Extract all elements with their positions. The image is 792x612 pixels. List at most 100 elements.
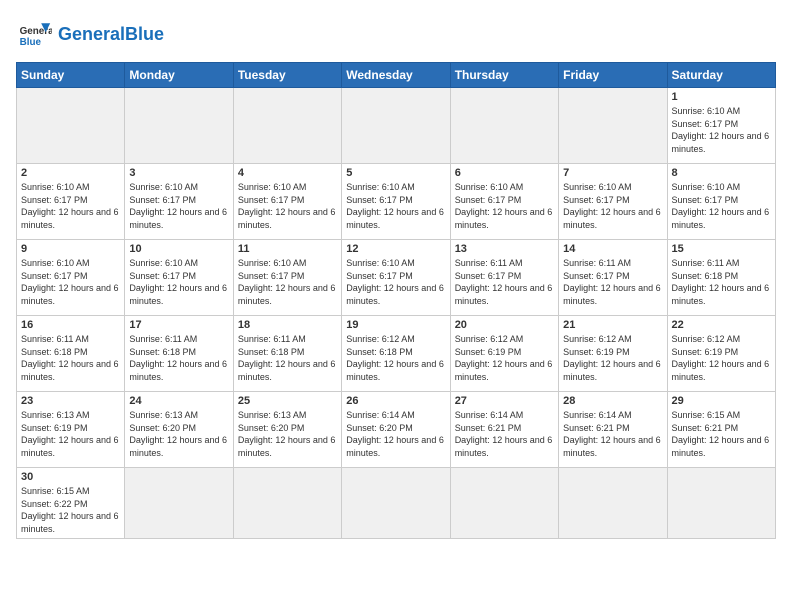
calendar-cell	[233, 468, 341, 539]
day-number: 12	[346, 243, 445, 255]
day-info: Sunrise: 6:12 AM Sunset: 6:19 PM Dayligh…	[563, 333, 662, 383]
day-number: 5	[346, 167, 445, 179]
calendar-cell	[125, 468, 233, 539]
calendar-cell: 3Sunrise: 6:10 AM Sunset: 6:17 PM Daylig…	[125, 164, 233, 240]
day-number: 20	[455, 319, 554, 331]
day-info: Sunrise: 6:13 AM Sunset: 6:20 PM Dayligh…	[129, 409, 228, 459]
day-info: Sunrise: 6:13 AM Sunset: 6:20 PM Dayligh…	[238, 409, 337, 459]
calendar-header-sunday: Sunday	[17, 63, 125, 88]
calendar-cell	[450, 468, 558, 539]
calendar-cell	[450, 88, 558, 164]
calendar-cell: 18Sunrise: 6:11 AM Sunset: 6:18 PM Dayli…	[233, 316, 341, 392]
day-number: 17	[129, 319, 228, 331]
calendar-week-row: 2 Sunrise: 6:10 AM Sunset: 6:17 PM Daylig…	[17, 164, 776, 240]
calendar-cell: 5 Sunrise: 6:10 AM Sunset: 6:17 PM Daylig…	[342, 164, 450, 240]
day-info: Sunrise: 6:14 AM Sunset: 6:21 PM Dayligh…	[563, 409, 662, 459]
day-number: 16	[21, 319, 120, 331]
day-number: 19	[346, 319, 445, 331]
calendar-cell: 24Sunrise: 6:13 AM Sunset: 6:20 PM Dayli…	[125, 392, 233, 468]
calendar-cell	[342, 88, 450, 164]
day-info: Sunrise: 6:10 AM Sunset: 6:17 PM Dayligh…	[672, 105, 771, 155]
calendar: SundayMondayTuesdayWednesdayThursdayFrid…	[16, 62, 776, 539]
calendar-cell	[342, 468, 450, 539]
day-info: Sunrise: 6:10 AM Sunset: 6:17 PM Dayligh…	[129, 257, 228, 307]
calendar-header-tuesday: Tuesday	[233, 63, 341, 88]
day-number: 7	[563, 167, 662, 179]
calendar-cell: 6 Sunrise: 6:10 AM Sunset: 6:17 PM Daylig…	[450, 164, 558, 240]
calendar-cell: 14Sunrise: 6:11 AM Sunset: 6:17 PM Dayli…	[559, 240, 667, 316]
day-number: 10	[129, 243, 228, 255]
day-number: 23	[21, 395, 120, 407]
day-info: Sunrise: 6:10 AM Sunset: 6:17 PM Dayligh…	[346, 181, 445, 231]
day-number: 22	[672, 319, 771, 331]
calendar-cell: 10 Sunrise: 6:10 AM Sunset: 6:17 PM Dayli…	[125, 240, 233, 316]
day-info: Sunrise: 6:10 AM Sunset: 6:17 PM Dayligh…	[346, 257, 445, 307]
calendar-cell	[667, 468, 775, 539]
calendar-cell	[233, 88, 341, 164]
calendar-week-row: 30Sunrise: 6:15 AM Sunset: 6:22 PM Dayli…	[17, 468, 776, 539]
calendar-cell	[559, 88, 667, 164]
day-number: 14	[563, 243, 662, 255]
calendar-cell: 15 Sunrise: 6:11 AM Sunset: 6:18 PM Dayli…	[667, 240, 775, 316]
day-info: Sunrise: 6:11 AM Sunset: 6:18 PM Dayligh…	[238, 333, 337, 383]
day-info: Sunrise: 6:14 AM Sunset: 6:21 PM Dayligh…	[455, 409, 554, 459]
day-info: Sunrise: 6:11 AM Sunset: 6:18 PM Dayligh…	[21, 333, 120, 383]
header: General Blue GeneralBlue	[16, 16, 776, 52]
calendar-cell: 21 Sunrise: 6:12 AM Sunset: 6:19 PM Dayli…	[559, 316, 667, 392]
calendar-week-row: 23 Sunrise: 6:13 AM Sunset: 6:19 PM Dayli…	[17, 392, 776, 468]
calendar-header-friday: Friday	[559, 63, 667, 88]
calendar-header-thursday: Thursday	[450, 63, 558, 88]
calendar-header-row: SundayMondayTuesdayWednesdayThursdayFrid…	[17, 63, 776, 88]
day-info: Sunrise: 6:10 AM Sunset: 6:17 PM Dayligh…	[563, 181, 662, 231]
calendar-week-row: 9 Sunrise: 6:10 AM Sunset: 6:17 PM Daylig…	[17, 240, 776, 316]
calendar-cell: 9Sunrise: 6:10 AM Sunset: 6:17 PM Daylig…	[17, 240, 125, 316]
day-number: 9	[21, 243, 120, 255]
calendar-cell: 26 Sunrise: 6:14 AM Sunset: 6:20 PM Dayli…	[342, 392, 450, 468]
calendar-cell: 4Sunrise: 6:10 AM Sunset: 6:17 PM Daylig…	[233, 164, 341, 240]
calendar-cell	[125, 88, 233, 164]
calendar-cell: 20Sunrise: 6:12 AM Sunset: 6:19 PM Dayli…	[450, 316, 558, 392]
calendar-cell: 17Sunrise: 6:11 AM Sunset: 6:18 PM Dayli…	[125, 316, 233, 392]
calendar-cell: 29Sunrise: 6:15 AM Sunset: 6:21 PM Dayli…	[667, 392, 775, 468]
calendar-cell: 23 Sunrise: 6:13 AM Sunset: 6:19 PM Dayli…	[17, 392, 125, 468]
calendar-cell: 12 Sunrise: 6:10 AM Sunset: 6:17 PM Dayli…	[342, 240, 450, 316]
calendar-cell: 19 Sunrise: 6:12 AM Sunset: 6:18 PM Dayli…	[342, 316, 450, 392]
day-number: 15	[672, 243, 771, 255]
day-number: 11	[238, 243, 337, 255]
svg-text:Blue: Blue	[20, 37, 42, 48]
page: General Blue GeneralBlue SundayMondayTue…	[0, 0, 792, 612]
day-number: 25	[238, 395, 337, 407]
day-info: Sunrise: 6:11 AM Sunset: 6:17 PM Dayligh…	[455, 257, 554, 307]
day-number: 4	[238, 167, 337, 179]
calendar-header-monday: Monday	[125, 63, 233, 88]
day-number: 29	[672, 395, 771, 407]
calendar-cell: 28 Sunrise: 6:14 AM Sunset: 6:21 PM Dayli…	[559, 392, 667, 468]
day-number: 26	[346, 395, 445, 407]
day-info: Sunrise: 6:13 AM Sunset: 6:19 PM Dayligh…	[21, 409, 120, 459]
calendar-header-wednesday: Wednesday	[342, 63, 450, 88]
day-info: Sunrise: 6:10 AM Sunset: 6:17 PM Dayligh…	[21, 181, 120, 231]
calendar-cell: 25 Sunrise: 6:13 AM Sunset: 6:20 PM Dayli…	[233, 392, 341, 468]
calendar-cell: 11Sunrise: 6:10 AM Sunset: 6:17 PM Dayli…	[233, 240, 341, 316]
calendar-cell	[17, 88, 125, 164]
calendar-cell: 2 Sunrise: 6:10 AM Sunset: 6:17 PM Daylig…	[17, 164, 125, 240]
day-info: Sunrise: 6:10 AM Sunset: 6:17 PM Dayligh…	[455, 181, 554, 231]
day-info: Sunrise: 6:12 AM Sunset: 6:19 PM Dayligh…	[672, 333, 771, 383]
calendar-cell: 22 Sunrise: 6:12 AM Sunset: 6:19 PM Dayli…	[667, 316, 775, 392]
calendar-cell: 7 Sunrise: 6:10 AM Sunset: 6:17 PM Daylig…	[559, 164, 667, 240]
day-number: 2	[21, 167, 120, 179]
calendar-cell: 1Sunrise: 6:10 AM Sunset: 6:17 PM Daylig…	[667, 88, 775, 164]
logo-text: GeneralBlue	[58, 25, 164, 43]
calendar-cell	[559, 468, 667, 539]
day-info: Sunrise: 6:11 AM Sunset: 6:18 PM Dayligh…	[672, 257, 771, 307]
day-info: Sunrise: 6:15 AM Sunset: 6:22 PM Dayligh…	[21, 485, 120, 535]
calendar-cell: 13Sunrise: 6:11 AM Sunset: 6:17 PM Dayli…	[450, 240, 558, 316]
calendar-cell: 27Sunrise: 6:14 AM Sunset: 6:21 PM Dayli…	[450, 392, 558, 468]
logo-icon: General Blue	[16, 16, 52, 52]
day-info: Sunrise: 6:14 AM Sunset: 6:20 PM Dayligh…	[346, 409, 445, 459]
day-info: Sunrise: 6:12 AM Sunset: 6:18 PM Dayligh…	[346, 333, 445, 383]
calendar-week-row: 16 Sunrise: 6:11 AM Sunset: 6:18 PM Dayli…	[17, 316, 776, 392]
day-number: 28	[563, 395, 662, 407]
day-number: 6	[455, 167, 554, 179]
day-number: 21	[563, 319, 662, 331]
